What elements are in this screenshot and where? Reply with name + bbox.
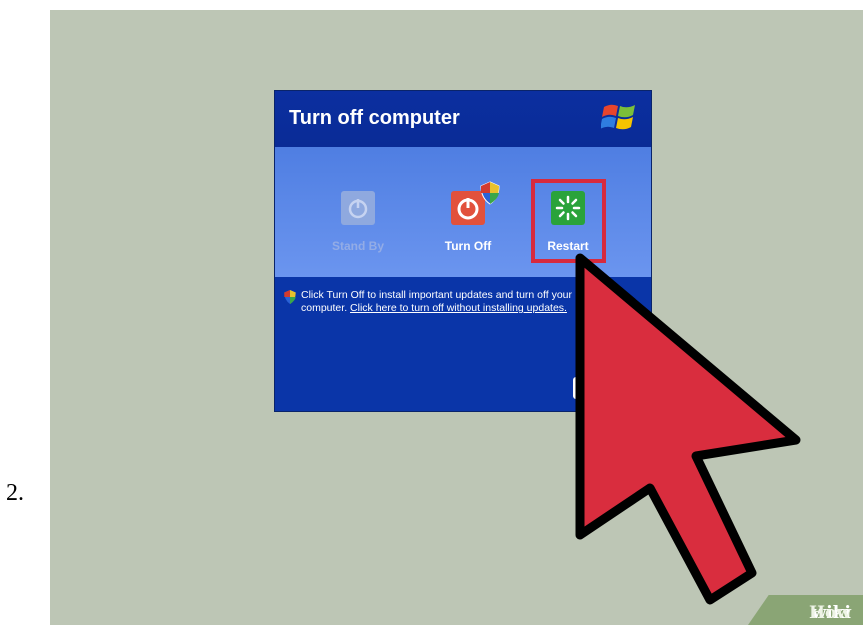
red-arrow-cursor-icon [575, 253, 801, 605]
step-number: 2. [6, 480, 24, 506]
brand-how: How [808, 603, 851, 623]
illustration-canvas: Turn off computer Stand By Turn Off Rest… [50, 10, 863, 625]
